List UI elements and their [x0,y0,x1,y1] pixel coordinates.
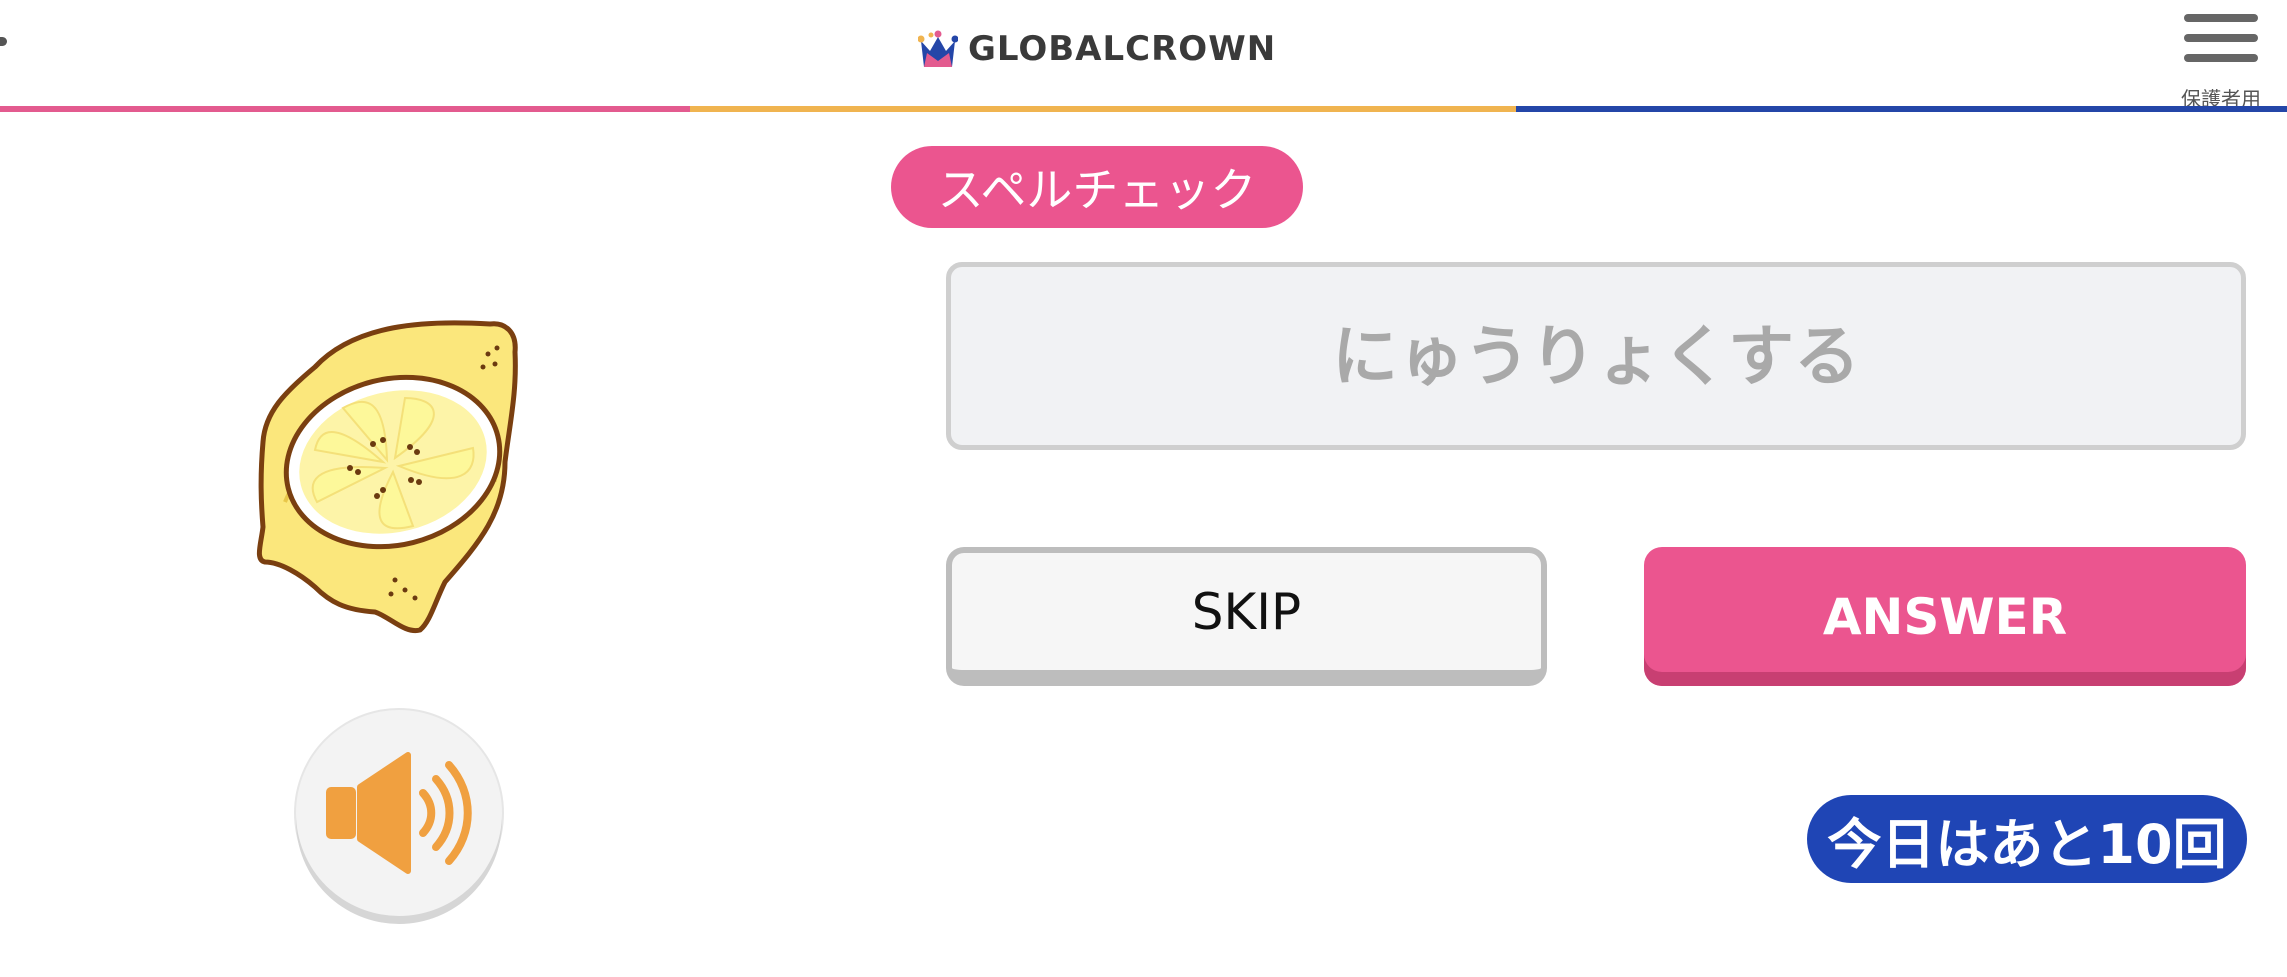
crown-logo-icon [918,30,958,67]
answer-input[interactable] [946,262,2246,450]
header-stripe [0,106,2287,112]
back-button[interactable] [0,37,7,46]
menu-button[interactable]: 保護者用 [2180,10,2262,111]
skip-button[interactable]: SKIP [946,547,1547,686]
menu-icon [2184,14,2258,22]
stripe-pink [0,106,690,112]
stripe-blue [1516,106,2287,112]
app-logo: GLOBALCROWN [918,26,1276,72]
mode-badge: スペルチェック [891,146,1303,228]
remaining-count-badge: 今日はあと10回 [1807,795,2247,883]
play-sound-button[interactable] [296,710,502,916]
lemon-icon [256,320,518,634]
logo-text: GLOBALCROWN [968,29,1277,69]
answer-button[interactable]: ANSWER [1644,547,2246,686]
speaker-icon [326,752,472,874]
stripe-yellow [690,106,1516,112]
app-screen: GLOBALCROWN 保護者用 スペルチェック SKIP ANSWER 今日は… [0,0,2287,977]
